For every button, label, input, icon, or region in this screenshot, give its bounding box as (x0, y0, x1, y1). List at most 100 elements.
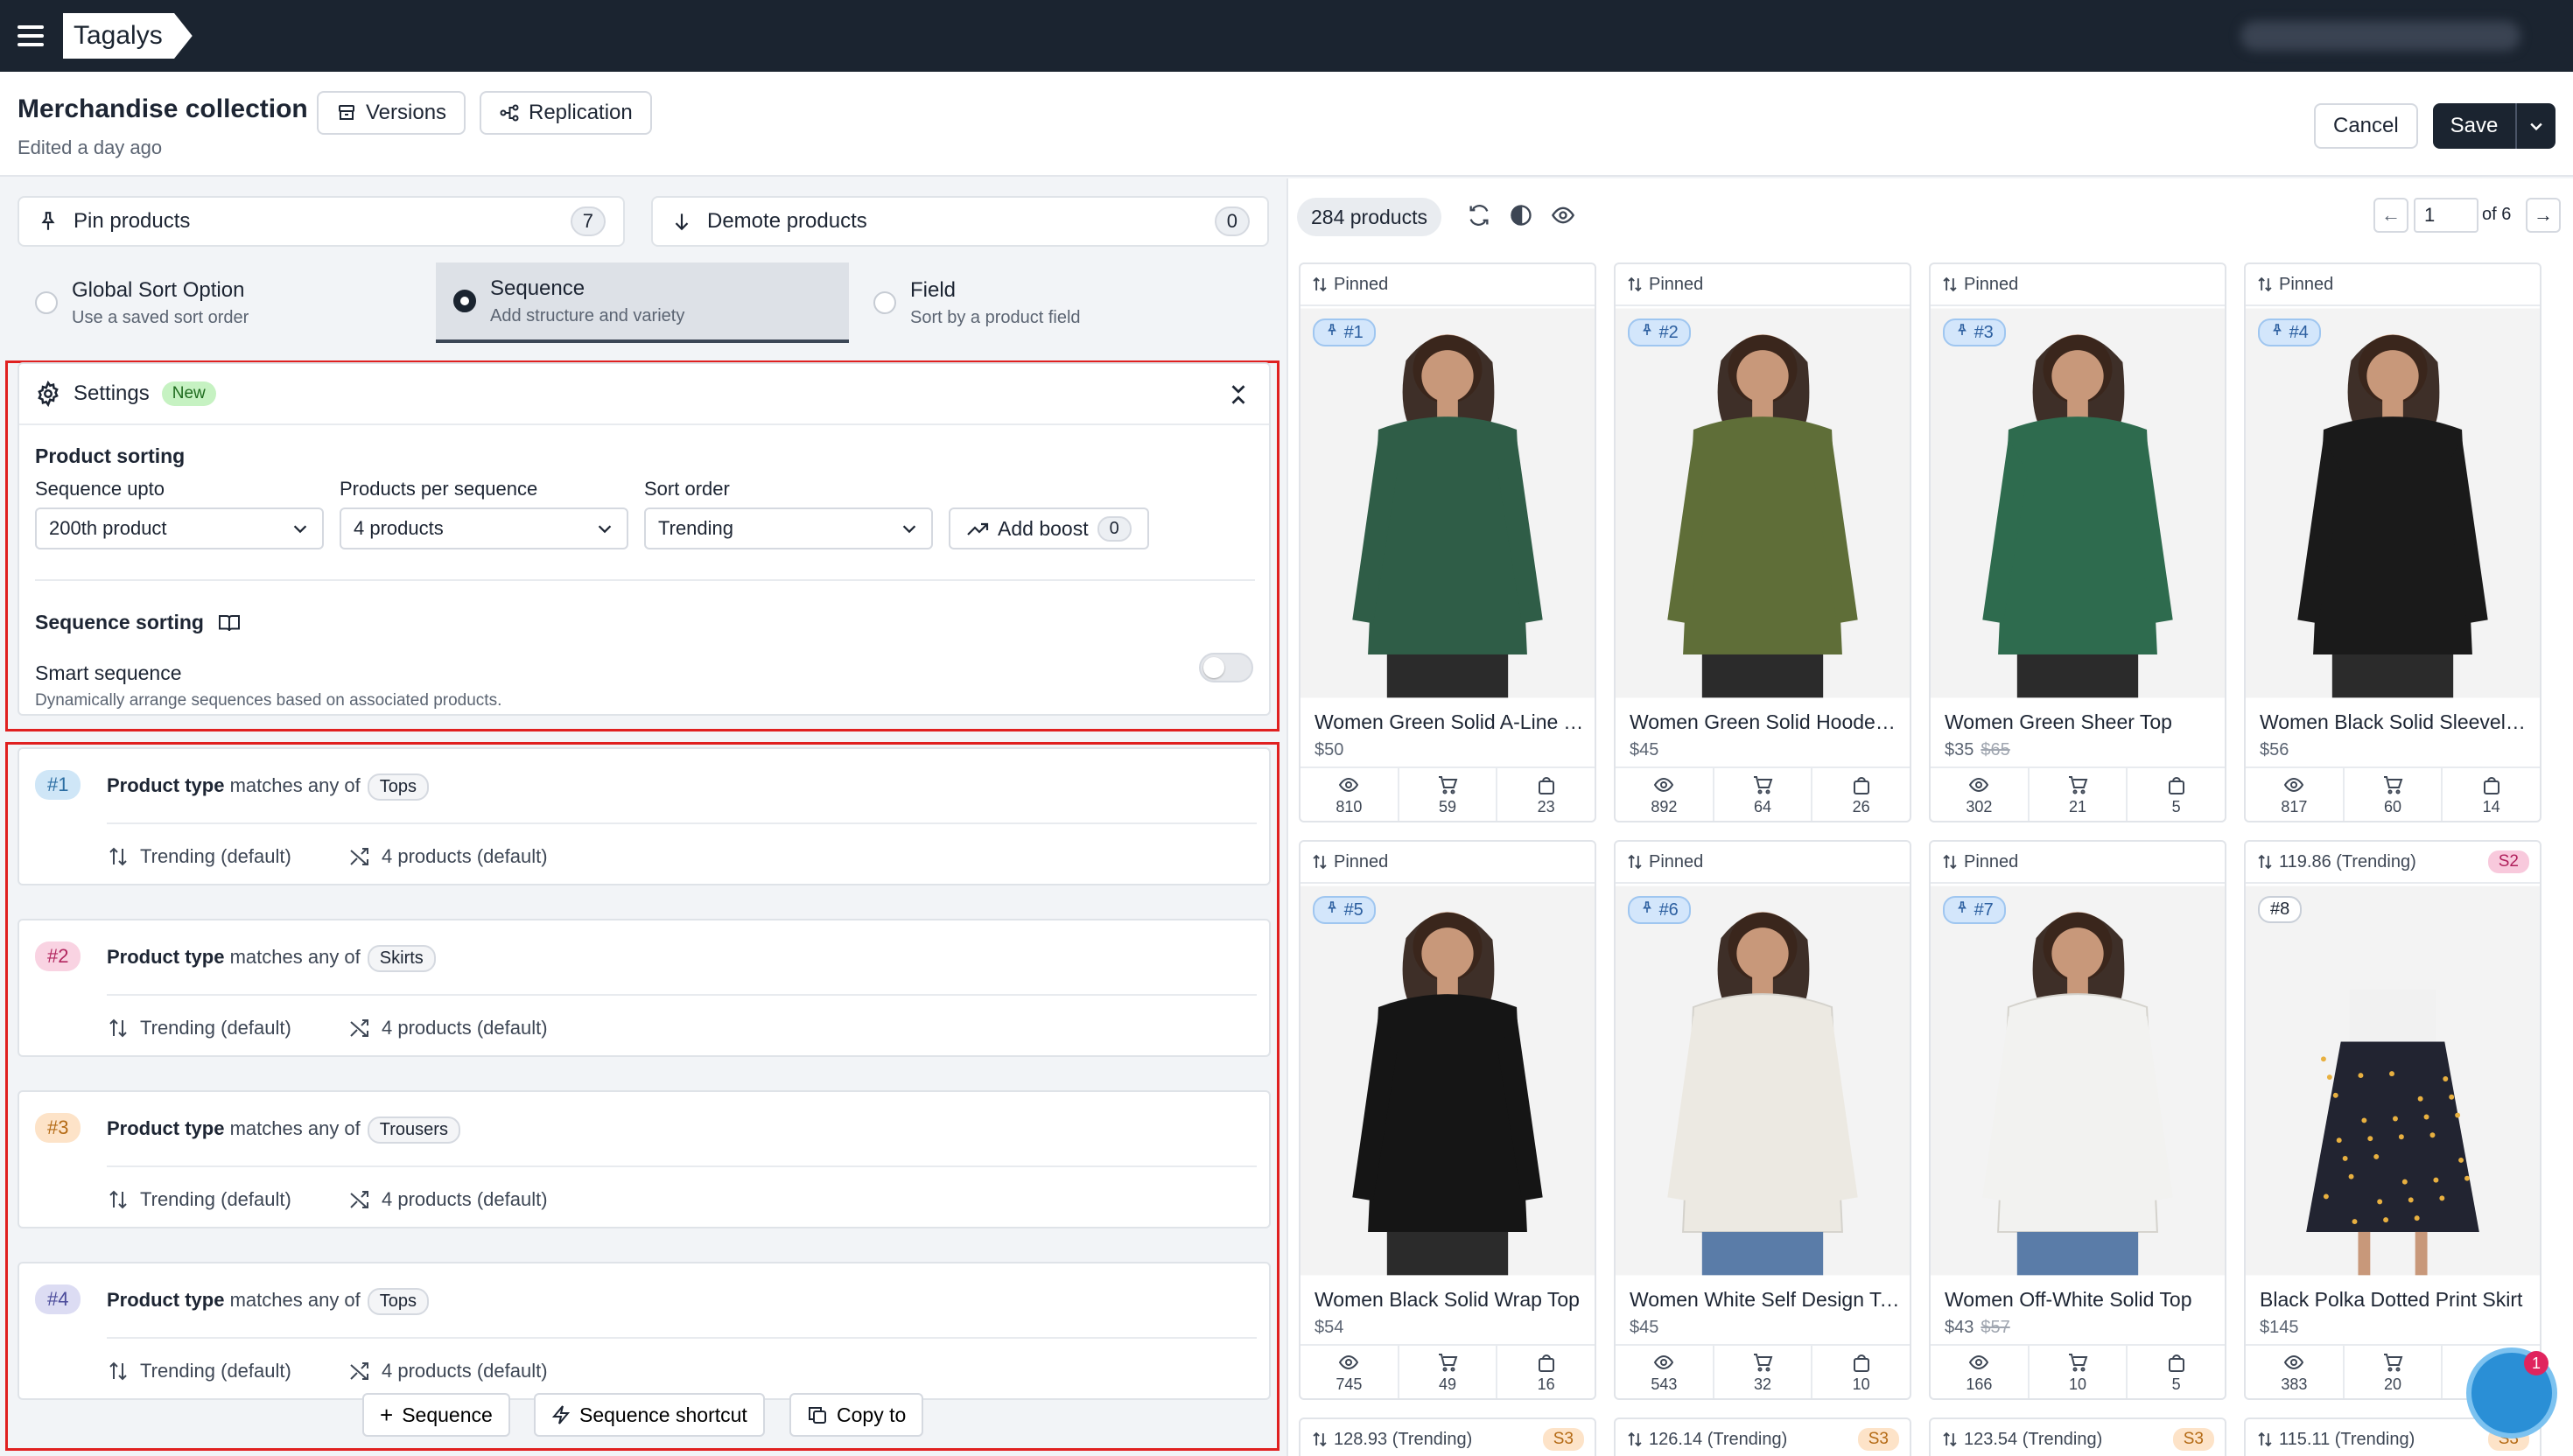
cart-icon (2069, 1353, 2088, 1371)
stat-add-to-cart: 60 (2345, 768, 2443, 821)
product-image-wrap[interactable]: #3 (1931, 306, 2225, 700)
product-image-wrap[interactable]: #2 (1616, 306, 1910, 700)
sequence-upto-select[interactable]: 200th product (35, 508, 324, 550)
sequence-product-count[interactable]: 4 products (default) (348, 845, 548, 868)
replication-button[interactable]: Replication (480, 91, 652, 135)
settings-divider (35, 579, 1255, 581)
sequence-product-count[interactable]: 4 products (default) (348, 1188, 548, 1211)
copy-to-button[interactable]: Copy to (789, 1393, 924, 1437)
sequence-product-count[interactable]: 4 products (default) (348, 1017, 548, 1040)
sort-order-select[interactable]: Trending (644, 508, 933, 550)
page-title: Merchandise collection (18, 94, 308, 123)
sequence-sort[interactable]: Trending (default) (107, 1017, 291, 1040)
product-image-wrap[interactable]: #5 (1301, 884, 1595, 1278)
sequence-card[interactable]: #4 Product type matches any of Tops Trendin… (18, 1262, 1271, 1400)
stat-views: 817 (2246, 768, 2345, 821)
product-price: $45 (1630, 740, 1659, 760)
pin-products-tab[interactable]: Pin products 7 (18, 196, 625, 247)
pin-count: 7 (570, 206, 606, 236)
product-card[interactable]: Pinned #3 Women Green Sheer Top $35 $65 302 2… (1929, 262, 2226, 822)
sequence-number-badge: #2 (35, 942, 81, 971)
product-card[interactable]: Pinned #1 Women Green Solid A-Line Top $50… (1299, 262, 1596, 822)
refresh-icon[interactable] (1467, 203, 1491, 228)
sequence-rule[interactable]: Product type matches any of Skirts (107, 945, 436, 972)
product-card[interactable]: Pinned #6 Women White Self Design Top $45 5… (1614, 840, 1911, 1400)
add-sequence-button[interactable]: + Sequence (362, 1393, 510, 1437)
prev-page-button[interactable]: ← (2373, 198, 2408, 233)
rule-value-chip[interactable]: Trousers (367, 1116, 460, 1144)
product-image-wrap[interactable]: #6 (1616, 884, 1910, 1278)
sequence-card[interactable]: #3 Product type matches any of Trousers Tre… (18, 1090, 1271, 1228)
save-button-group[interactable]: Save (2433, 103, 2555, 149)
sequence-sort[interactable]: Trending (default) (107, 1360, 291, 1382)
sort-option-field[interactable]: Field Sort by a product field (856, 262, 1269, 343)
settings-header[interactable]: Settings New (19, 364, 1269, 425)
save-options-chevron-icon[interactable] (2515, 103, 2555, 149)
chevron-down-icon (598, 525, 612, 534)
product-card[interactable]: Pinned #5 Women Black Solid Wrap Top $54 74… (1299, 840, 1596, 1400)
product-count: 284 products (1297, 198, 1441, 236)
cart-icon (1754, 775, 1773, 794)
sort-icon (109, 1362, 127, 1381)
sequence-shortcut-button[interactable]: Sequence shortcut (534, 1393, 765, 1437)
product-card[interactable]: 123.54 (Trending) S3 (1929, 1418, 2226, 1456)
arrow-down-icon (675, 214, 689, 231)
product-price: $145 (2260, 1318, 2299, 1337)
product-image-wrap[interactable]: #7 (1931, 884, 2225, 1278)
product-image (1301, 886, 1595, 1276)
menu-icon[interactable] (18, 25, 44, 46)
product-card[interactable]: Pinned #7 Women Off-White Solid Top $43 $57… (1929, 840, 2226, 1400)
per-sequence-select[interactable]: 4 products (340, 508, 628, 550)
product-card[interactable]: 126.14 (Trending) S3 (1614, 1418, 1911, 1456)
product-image-wrap[interactable]: #4 (2246, 306, 2540, 700)
product-card[interactable]: Pinned #4 Women Black Solid Sleeveless To… (2244, 262, 2541, 822)
radio-global[interactable] (35, 291, 58, 314)
save-button[interactable]: Save (2433, 114, 2515, 138)
rule-value-chip[interactable]: Skirts (367, 945, 436, 972)
versions-button[interactable]: Versions (317, 91, 466, 135)
bag-icon (1538, 776, 1554, 794)
sort-option-global[interactable]: Global Sort Option Use a saved sort order (18, 262, 432, 343)
copy-icon (809, 1407, 826, 1424)
arrow-left-icon: ← (2381, 204, 2401, 226)
product-card[interactable]: 119.86 (Trending) S2 #8 Black Polka Dotted … (2244, 840, 2541, 1400)
sequence-sort[interactable]: Trending (default) (107, 845, 291, 868)
next-page-button[interactable]: → (2526, 198, 2561, 233)
product-card[interactable]: Pinned #2 Women Green Solid Hooded Top $45… (1614, 262, 1911, 822)
sequence-card[interactable]: #2 Product type matches any of Skirts Trend… (18, 919, 1271, 1057)
boost-count: 0 (1097, 515, 1132, 542)
product-stats: 543 32 10 (1616, 1344, 1910, 1398)
app-logo[interactable]: Tagalys (63, 13, 193, 59)
contrast-icon[interactable] (1509, 203, 1533, 228)
cart-icon (1754, 1353, 1773, 1371)
rule-value-chip[interactable]: Tops (367, 1288, 430, 1315)
product-stats: 892 64 26 (1616, 766, 1910, 821)
cancel-button[interactable]: Cancel (2314, 103, 2418, 149)
product-image-wrap[interactable]: #8 (2246, 884, 2540, 1278)
sequence-product-count[interactable]: 4 products (default) (348, 1360, 548, 1382)
sort-option-sequence[interactable]: Sequence Add structure and variety (436, 262, 849, 343)
product-card[interactable]: 128.93 (Trending) S3 (1299, 1418, 1596, 1456)
sequence-rule[interactable]: Product type matches any of Tops (107, 1288, 430, 1315)
page-input[interactable]: 1 (2414, 198, 2478, 233)
product-image-wrap[interactable]: #1 (1301, 306, 1595, 700)
eye-icon[interactable] (1551, 203, 1575, 228)
demote-products-tab[interactable]: Demote products 0 (651, 196, 1269, 247)
sequence-rule[interactable]: Product type matches any of Tops (107, 774, 430, 801)
smart-sequence-toggle[interactable] (1199, 653, 1253, 682)
replication-icon (500, 104, 519, 122)
rule-value-chip[interactable]: Tops (367, 774, 430, 801)
radio-field[interactable] (873, 291, 896, 314)
cart-icon (2384, 1353, 2403, 1371)
book-icon[interactable] (218, 612, 241, 634)
add-boost-button[interactable]: Add boost 0 (949, 508, 1149, 550)
product-image (2246, 886, 2540, 1276)
radio-sequence[interactable] (453, 290, 476, 312)
collapse-icon[interactable] (1227, 383, 1250, 412)
stat-orders: 10 (1812, 1346, 1910, 1398)
position-badge: #8 (2258, 896, 2303, 923)
sequence-card[interactable]: #1 Product type matches any of Tops Trendin… (18, 747, 1271, 886)
user-account-blurred[interactable] (2240, 21, 2520, 51)
sequence-rule[interactable]: Product type matches any of Trousers (107, 1116, 460, 1144)
sequence-sort[interactable]: Trending (default) (107, 1188, 291, 1211)
